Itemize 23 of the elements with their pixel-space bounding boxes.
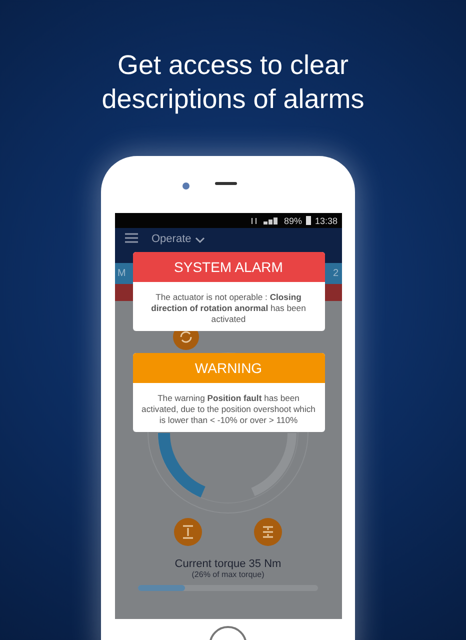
- headline: descriptions of alarms: [102, 83, 364, 116]
- camera-icon: [182, 182, 190, 190]
- dialog-message: The actuator is not operable : Closing direction of rotation anormal has been activated: [150, 291, 307, 326]
- battery-level: 89%: [284, 216, 302, 226]
- battery-icon: [306, 216, 311, 225]
- torque-percent: (26% of max torque): [192, 570, 264, 579]
- dialog-title: SYSTEM ALARM: [132, 252, 324, 282]
- signal-icon: [250, 216, 280, 224]
- strip-text: M: [118, 268, 126, 279]
- torque-label: Current torque 35 Nm: [174, 558, 282, 570]
- headline: Get access to clear: [116, 49, 350, 82]
- open-icon: [181, 525, 195, 539]
- dialog-title: WARNING: [132, 353, 324, 383]
- dialog-message: The warning Position fault has been activated, due to the position overshoot which is lower than < -10% or over > 110%: [140, 392, 316, 427]
- menu-icon[interactable]: [124, 233, 138, 243]
- screen-title[interactable]: Operate: [152, 233, 192, 246]
- close-icon: [261, 525, 275, 539]
- strip-text: 2: [332, 268, 338, 279]
- clock: 13:38: [314, 216, 338, 226]
- chevron-icon[interactable]: [195, 237, 206, 244]
- close-button[interactable]: [254, 518, 282, 546]
- speaker-icon: [215, 182, 237, 186]
- open-button[interactable]: [174, 518, 202, 546]
